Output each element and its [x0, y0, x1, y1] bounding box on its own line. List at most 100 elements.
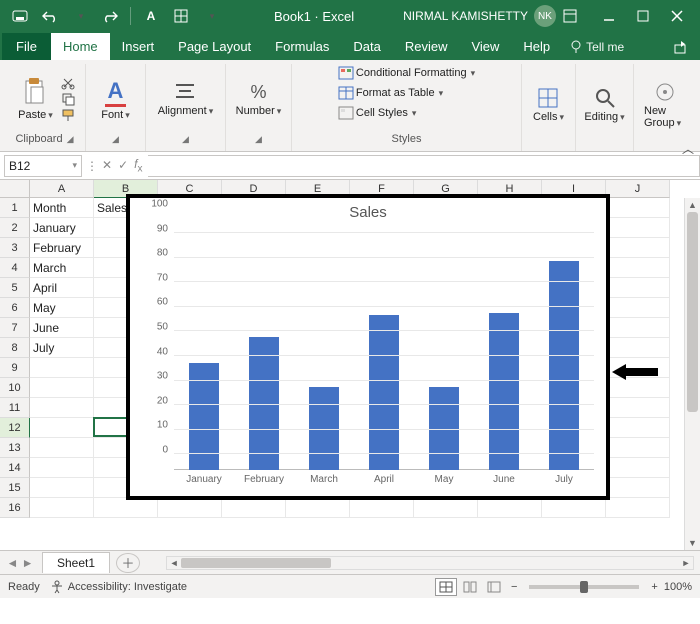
chevron-down-icon[interactable]: ▾: [72, 160, 77, 171]
cell[interactable]: [606, 338, 670, 358]
row-header-7[interactable]: 7: [0, 318, 30, 338]
cell[interactable]: [30, 498, 94, 518]
cell[interactable]: [30, 358, 94, 378]
undo-menu[interactable]: [66, 4, 94, 28]
cell[interactable]: July: [30, 338, 94, 358]
autosave-toggle[interactable]: [6, 4, 34, 28]
formula-input[interactable]: [148, 155, 700, 177]
cell[interactable]: [286, 498, 350, 518]
cell[interactable]: [30, 378, 94, 398]
tab-insert[interactable]: Insert: [110, 33, 167, 60]
cell[interactable]: April: [30, 278, 94, 298]
cells-group-button[interactable]: Cells: [529, 85, 568, 125]
row-header-1[interactable]: 1: [0, 198, 30, 218]
borders-qat[interactable]: [167, 4, 195, 28]
cell[interactable]: [30, 458, 94, 478]
ribbon-options-icon[interactable]: [556, 4, 584, 28]
zoom-in-button[interactable]: +: [647, 581, 661, 593]
number-launcher-icon[interactable]: ◢: [255, 134, 262, 145]
copy-icon[interactable]: [61, 92, 75, 106]
cell[interactable]: [30, 478, 94, 498]
col-header-J[interactable]: J: [606, 180, 670, 198]
cell[interactable]: [606, 498, 670, 518]
page-layout-view-icon[interactable]: [459, 578, 481, 596]
redo-button[interactable]: [96, 4, 124, 28]
cell[interactable]: [30, 418, 94, 438]
cell[interactable]: [606, 398, 670, 418]
cell[interactable]: [478, 498, 542, 518]
scroll-up-icon[interactable]: ▲: [685, 198, 700, 212]
horizontal-scroll-thumb[interactable]: [181, 558, 331, 568]
cell[interactable]: [350, 498, 414, 518]
cell[interactable]: [414, 498, 478, 518]
select-all-corner[interactable]: [0, 180, 30, 198]
cell[interactable]: [606, 258, 670, 278]
cancel-formula-icon[interactable]: ✕: [102, 158, 112, 172]
worksheet-area[interactable]: ABCDEFGHIJ 12345678910111213141516 Month…: [0, 180, 700, 550]
paste-button[interactable]: Paste: [14, 75, 57, 123]
chart-object[interactable]: Sales 0102030405060708090100 JanuaryFebr…: [126, 194, 610, 500]
row-header-12[interactable]: 12: [0, 418, 30, 438]
row-header-10[interactable]: 10: [0, 378, 30, 398]
row-header-14[interactable]: 14: [0, 458, 30, 478]
cell[interactable]: January: [30, 218, 94, 238]
cell[interactable]: [606, 418, 670, 438]
maximize-button[interactable]: [626, 4, 660, 28]
tab-data[interactable]: Data: [341, 33, 392, 60]
cell[interactable]: [30, 438, 94, 458]
enter-formula-icon[interactable]: ✓: [118, 158, 128, 172]
name-box[interactable]: B12▾: [4, 155, 82, 177]
row-header-11[interactable]: 11: [0, 398, 30, 418]
share-button[interactable]: [664, 34, 698, 60]
scroll-left-icon[interactable]: ◄: [167, 557, 181, 569]
cell[interactable]: [606, 458, 670, 478]
vertical-scroll-thumb[interactable]: [687, 212, 698, 412]
cell[interactable]: [606, 478, 670, 498]
font-launcher-icon[interactable]: ◢: [112, 134, 119, 145]
cell[interactable]: [606, 298, 670, 318]
cell[interactable]: February: [30, 238, 94, 258]
row-header-8[interactable]: 8: [0, 338, 30, 358]
tab-help[interactable]: Help: [511, 33, 562, 60]
bar-april[interactable]: [369, 315, 399, 470]
vertical-scrollbar[interactable]: ▲ ▼: [684, 198, 700, 550]
cell[interactable]: [222, 498, 286, 518]
zoom-level[interactable]: 100%: [664, 581, 692, 593]
cell[interactable]: May: [30, 298, 94, 318]
tab-page-layout[interactable]: Page Layout: [166, 33, 263, 60]
cell[interactable]: June: [30, 318, 94, 338]
scroll-right-icon[interactable]: ►: [679, 557, 693, 569]
format-painter-icon[interactable]: [61, 108, 75, 122]
new-group-button[interactable]: New Group: [640, 79, 690, 131]
row-header-13[interactable]: 13: [0, 438, 30, 458]
sheet-nav-icon[interactable]: ◄ ►: [0, 556, 40, 570]
cell[interactable]: [606, 438, 670, 458]
cell[interactable]: [158, 498, 222, 518]
sheet-tab-active[interactable]: Sheet1: [42, 552, 110, 573]
conditional-formatting-button[interactable]: Conditional Formatting: [338, 66, 475, 80]
cell[interactable]: [606, 218, 670, 238]
cell[interactable]: Month: [30, 198, 94, 218]
accessibility-checker[interactable]: Accessibility: Investigate: [50, 580, 187, 594]
row-header-3[interactable]: 3: [0, 238, 30, 258]
collapse-ribbon-icon[interactable]: ︿: [682, 140, 694, 157]
font-color-qat[interactable]: A: [137, 4, 165, 28]
format-as-table-button[interactable]: Format as Table: [338, 86, 443, 100]
avatar[interactable]: NK: [534, 5, 556, 27]
horizontal-scrollbar[interactable]: ◄ ►: [166, 556, 694, 570]
cell[interactable]: [606, 198, 670, 218]
normal-view-icon[interactable]: [435, 578, 457, 596]
bar-june[interactable]: [489, 313, 519, 470]
cell[interactable]: [542, 498, 606, 518]
row-header-9[interactable]: 9: [0, 358, 30, 378]
cut-icon[interactable]: [61, 76, 75, 90]
row-header-6[interactable]: 6: [0, 298, 30, 318]
cell[interactable]: March: [30, 258, 94, 278]
editing-group-button[interactable]: Editing: [580, 85, 628, 125]
cell[interactable]: [30, 398, 94, 418]
zoom-out-button[interactable]: −: [507, 581, 521, 593]
qat-customize[interactable]: [197, 4, 225, 28]
tab-file[interactable]: File: [2, 33, 51, 60]
alignment-launcher-icon[interactable]: ◢: [182, 134, 189, 145]
cell[interactable]: [94, 498, 158, 518]
